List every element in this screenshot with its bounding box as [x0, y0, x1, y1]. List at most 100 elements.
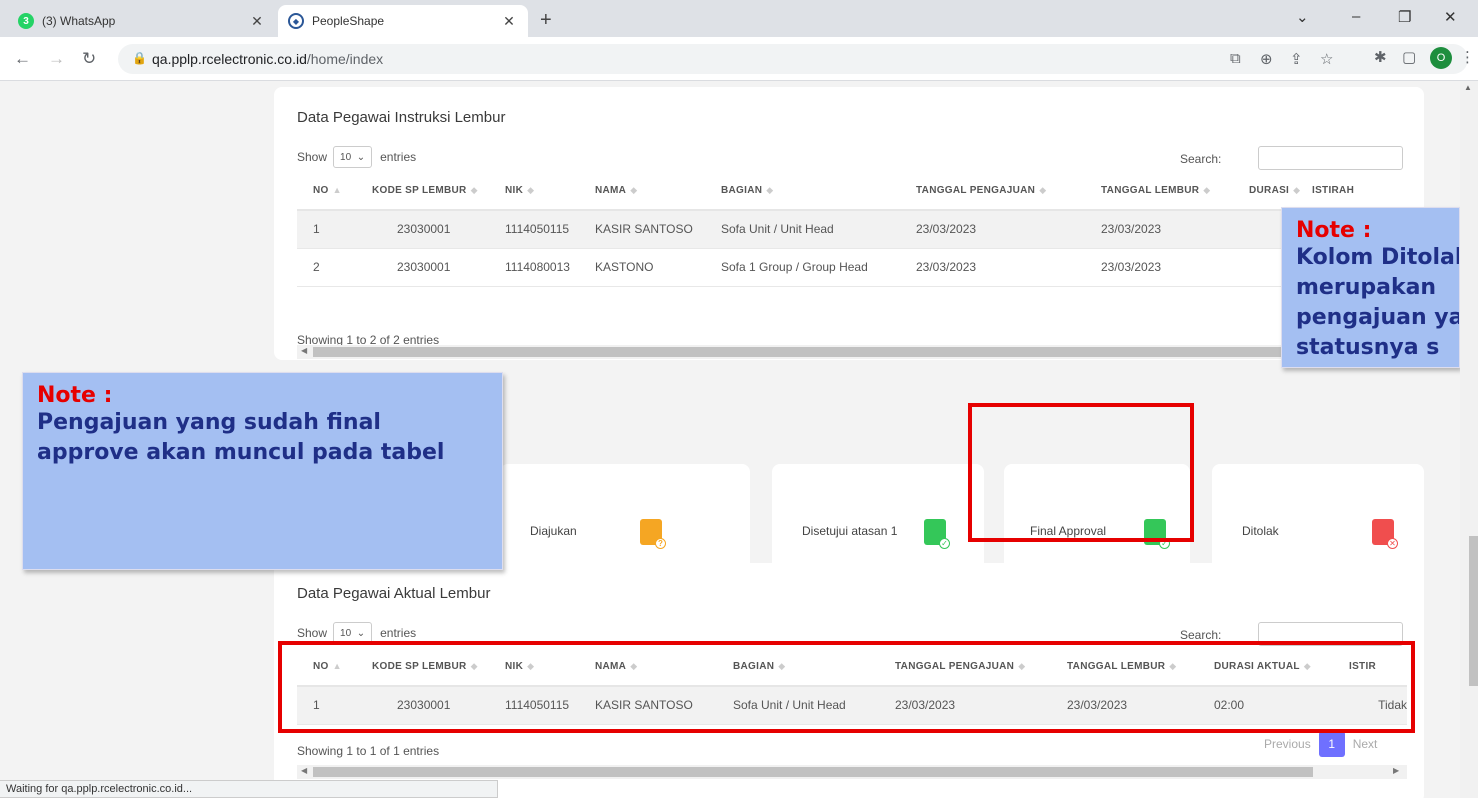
side-panel-icon[interactable]: ▢ [1402, 48, 1416, 66]
menu-kebab-icon[interactable]: ⋮ [1460, 48, 1475, 66]
note-heading: Note : [37, 383, 113, 408]
close-tab-icon[interactable]: ✕ [248, 13, 266, 30]
zoom-icon[interactable]: ⊕ [1260, 50, 1273, 68]
cell-kode: 23030001 [372, 248, 505, 287]
column-label: TANGGAL LEMBUR [1101, 185, 1200, 196]
cell-kode: 23030001 [372, 210, 505, 249]
close-tab-icon[interactable]: ✕ [500, 13, 518, 30]
column-header[interactable]: KODE SP LEMBUR ◆ [372, 172, 505, 211]
column-header[interactable]: NO ▲ [297, 172, 372, 211]
column-label: NO [313, 185, 329, 196]
horizontal-scrollbar[interactable]: ◀ [297, 345, 1407, 359]
scrollbar-thumb[interactable] [313, 347, 1407, 357]
table-header-row: NO ▲ KODE SP LEMBUR ◆ NIK ◆ NAMA ◆ BAGIAN ◆ T… [297, 172, 1382, 211]
minimize-icon[interactable]: – [1352, 8, 1360, 25]
column-label: BAGIAN [721, 185, 763, 196]
next-page-button[interactable]: Next [1353, 737, 1378, 751]
note-body: Pengajuan yang sudah final approve akan … [37, 410, 445, 465]
column-header[interactable]: NIK ◆ [505, 172, 595, 211]
scroll-up-icon[interactable]: ▲ [1464, 83, 1472, 92]
note-right: Note : Kolom Ditolak merupakan pengajuan… [1281, 207, 1460, 368]
share-icon[interactable]: ⇪ [1290, 50, 1303, 68]
peopleshape-icon: ◆ [288, 13, 304, 29]
cell-nik: 1114080013 [505, 248, 595, 287]
cell-tgl-pengajuan: 23/03/2023 [916, 210, 1101, 249]
instruksi-lembur-card: Data Pegawai Instruksi Lembur Show 10 ⌄ … [274, 87, 1424, 360]
instruksi-lembur-table: NO ▲ KODE SP LEMBUR ◆ NIK ◆ NAMA ◆ BAGIAN ◆ T… [297, 172, 1382, 287]
card-title: Data Pegawai Instruksi Lembur [297, 109, 506, 126]
back-icon[interactable]: ← [14, 49, 31, 69]
tab-whatsapp[interactable]: 3 (3) WhatsApp ✕ [8, 5, 276, 37]
stat-label: Ditolak [1242, 524, 1279, 538]
cell-bagian: Sofa 1 Group / Group Head [721, 248, 916, 287]
page-size-select[interactable]: 10 ⌄ [333, 146, 373, 168]
lock-icon: 🔒 [132, 51, 147, 65]
stat-label: Disetujui atasan 1 [802, 524, 898, 538]
previous-page-button[interactable]: Previous [1264, 737, 1311, 751]
cell-tgl-pengajuan: 23/03/2023 [916, 248, 1101, 287]
page-size-value: 10 [340, 151, 352, 163]
entries-label: entries [380, 150, 417, 164]
address-bar: ← → ↻ 🔒 qa.pplp.rcelectronic.co.id/home/… [0, 37, 1478, 81]
note-body: Kolom Ditolak merupakan pengajuan yang s… [1296, 245, 1459, 360]
table-row[interactable]: 2 23030001 1114080013 KASTONO Sofa 1 Gro… [297, 248, 1382, 287]
scroll-left-icon[interactable]: ◀ [301, 766, 307, 775]
show-label: Show [297, 150, 328, 164]
column-header[interactable]: ISTIRAH [1312, 172, 1382, 211]
column-header[interactable]: NAMA ◆ [595, 172, 721, 211]
sort-icon: ▲ [332, 185, 342, 195]
extensions-icon[interactable]: ✱ [1374, 48, 1387, 66]
scroll-left-icon[interactable]: ◀ [301, 346, 307, 355]
tab-title: PeopleShape [312, 14, 385, 28]
cell-bagian: Sofa Unit / Unit Head [721, 210, 916, 249]
chevron-down-icon: ⌄ [356, 627, 366, 639]
clipboard-rejected-icon: ✕ [1372, 519, 1398, 549]
page-size-value: 10 [340, 627, 352, 639]
cell-nik: 1114050115 [505, 210, 595, 249]
clipboard-approved-icon: ✓ [924, 519, 950, 549]
tab-search-icon[interactable]: ⌄ [1296, 8, 1309, 26]
note-heading: Note : [1296, 218, 1372, 243]
bookmark-star-icon[interactable]: ☆ [1320, 50, 1333, 68]
search-input[interactable] [1258, 146, 1403, 170]
table-row[interactable]: 1 23030001 1114050115 KASIR SANTOSO Sofa… [297, 210, 1382, 249]
column-header[interactable]: TANGGAL PENGAJUAN ◆ [916, 172, 1101, 211]
tab-peopleshape[interactable]: ◆ PeopleShape ✕ [278, 5, 528, 37]
card-title: Data Pegawai Aktual Lembur [297, 585, 491, 602]
profile-avatar[interactable]: O [1430, 47, 1452, 69]
vertical-scrollbar[interactable]: ▲ [1460, 81, 1478, 798]
scroll-right-icon[interactable]: ▶ [1393, 766, 1399, 775]
url-bar[interactable]: 🔒 qa.pplp.rcelectronic.co.id/home/index … [118, 44, 1468, 74]
column-header[interactable]: DURASI ◆ [1249, 172, 1312, 211]
column-header[interactable]: TANGGAL LEMBUR ◆ [1101, 172, 1249, 211]
clipboard-pending-icon: ? [640, 519, 666, 549]
note-left: Note : Pengajuan yang sudah final approv… [22, 372, 503, 570]
page-1-button[interactable]: 1 [1318, 731, 1345, 757]
show-entries-control: Show 10 ⌄ entries [297, 146, 416, 168]
url-path: /home/index [306, 51, 384, 67]
new-tab-icon[interactable]: + [540, 9, 552, 32]
highlight-aktual-table [278, 641, 1415, 733]
sort-icon: ◆ [527, 185, 535, 195]
column-label: ISTIRAH [1312, 185, 1355, 196]
cell-nama: KASTONO [595, 248, 721, 287]
translate-icon[interactable]: ⧉ [1230, 50, 1241, 67]
entries-label: entries [380, 626, 417, 640]
tab-title: (3) WhatsApp [42, 14, 116, 28]
show-label: Show [297, 626, 328, 640]
cell-tgl-lembur: 23/03/2023 [1101, 210, 1249, 249]
whatsapp-icon: 3 [18, 13, 34, 29]
forward-icon[interactable]: → [48, 49, 65, 69]
sort-icon: ◆ [766, 185, 774, 195]
horizontal-scrollbar[interactable]: ◀ ▶ [297, 765, 1407, 779]
close-window-icon[interactable]: ✕ [1444, 8, 1457, 26]
sort-icon: ◆ [630, 185, 638, 195]
scrollbar-thumb[interactable] [313, 767, 1313, 777]
sort-icon: ◆ [1039, 185, 1047, 195]
cell-tgl-lembur: 23/03/2023 [1101, 248, 1249, 287]
restore-icon[interactable]: ❐ [1398, 8, 1411, 26]
reload-icon[interactable]: ↻ [82, 49, 96, 69]
column-header[interactable]: BAGIAN ◆ [721, 172, 916, 211]
showing-entries-text: Showing 1 to 1 of 1 entries [297, 744, 440, 758]
scrollbar-thumb[interactable] [1469, 536, 1478, 686]
